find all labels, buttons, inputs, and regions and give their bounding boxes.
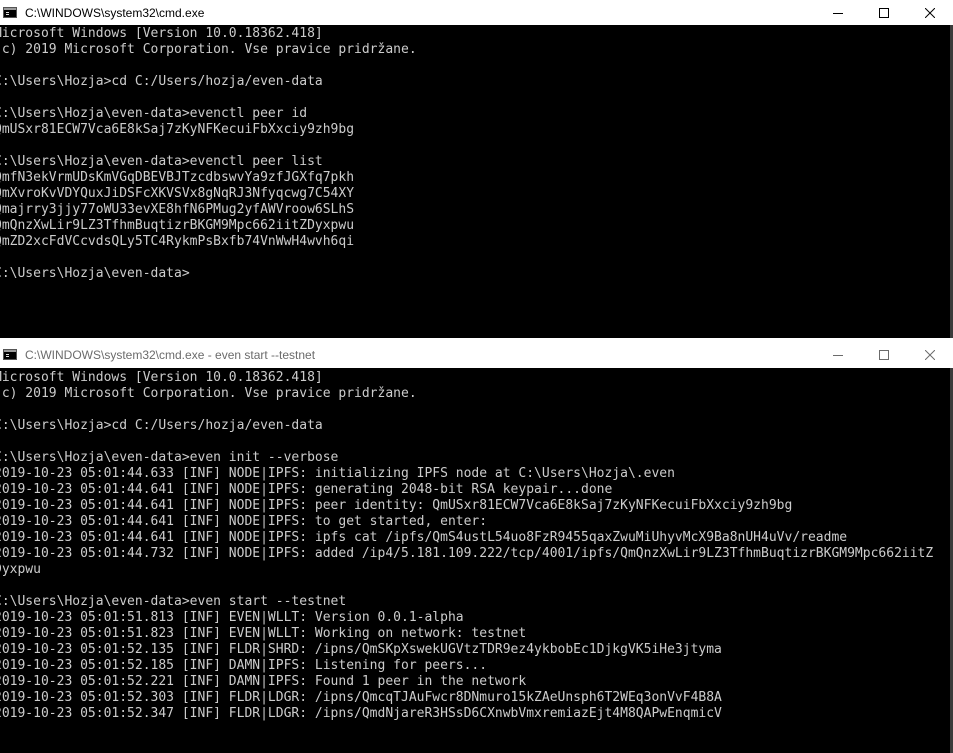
console-line: Microsoft Windows [Version 10.0.18362.41…: [0, 370, 323, 385]
console-line: 2019-10-23 05:01:44.641 [INF] NODE|IPFS:…: [0, 530, 848, 545]
maximize-icon: [879, 349, 889, 360]
console-line: QmfN3ekVrmUDsKmVGqDBEVBJTzcdbswvYa9zfJGX…: [0, 170, 355, 185]
console-line: 2019-10-23 05:01:51.813 [INF] EVEN|WLLT:…: [0, 610, 464, 625]
console-line: C:\Users\Hozja>cd C:/Users/hozja/even-da…: [0, 418, 323, 433]
console-output[interactable]: Microsoft Windows [Version 10.0.18362.41…: [0, 368, 953, 722]
console-line: QmZD2xcFdVCcvdsQLy5TC4RykmPsBxfb74VnWwH4…: [0, 234, 355, 249]
window-title: C:\WINDOWS\system32\cmd.exe: [25, 5, 205, 20]
cmd-app-icon[interactable]: [3, 7, 17, 18]
console-line: (c) 2019 Microsoft Corporation. Vse prav…: [0, 386, 417, 401]
window-controls: [815, 0, 953, 25]
console-line: QmXvroKvVDYQuxJiDSFcXKVSVx8gNqRJ3Nfyqcwg…: [0, 186, 355, 201]
window-title: C:\WINDOWS\system32\cmd.exe - even start…: [25, 347, 316, 362]
console-line: 2019-10-23 05:01:51.823 [INF] EVEN|WLLT:…: [0, 626, 527, 641]
console-line: Qmajrry3jjy77oWU33evXE8hfN6PMug2yfAWVroo…: [0, 202, 355, 217]
console-line: C:\Users\Hozja\even-data>evenctl peer id: [0, 106, 308, 121]
console-line: C:\Users\Hozja\even-data>even start --te…: [0, 594, 347, 609]
console-line: C:\Users\Hozja\even-data>even init --ver…: [0, 450, 339, 465]
minimize-button[interactable]: [815, 341, 861, 368]
console-line: QmUSxr81ECW7Vca6E8kSaj7zKyNFKecuiFbXxciy…: [0, 122, 355, 137]
console-line: C:\Users\Hozja\even-data>: [0, 266, 190, 281]
minimize-icon: [833, 354, 843, 356]
console-line: 2019-10-23 05:01:44.641 [INF] NODE|IPFS:…: [0, 498, 793, 513]
maximize-icon: [879, 7, 889, 18]
console-line: 2019-10-23 05:01:52.185 [INF] DAMN|IPFS:…: [0, 658, 488, 673]
console-line: QmQnzXwLir9LZ3TfhmBuqtizrBKGM9Mpc662iitZ…: [0, 218, 355, 233]
minimize-button[interactable]: [815, 0, 861, 25]
console-output[interactable]: Microsoft Windows [Version 10.0.18362.41…: [0, 25, 953, 282]
console-line: 2019-10-23 05:01:52.347 [INF] FLDR|LDGR:…: [0, 706, 722, 721]
console-line: 2019-10-23 05:01:44.641 [INF] NODE|IPFS:…: [0, 514, 488, 529]
console-line: 2019-10-23 05:01:44.732 [INF] NODE|IPFS:…: [0, 546, 934, 561]
console-line: 2019-10-23 05:01:44.633 [INF] NODE|IPFS:…: [0, 466, 675, 481]
console-line: (c) 2019 Microsoft Corporation. Vse prav…: [0, 42, 417, 57]
console-line: 2019-10-23 05:01:52.135 [INF] FLDR|SHRD:…: [0, 642, 722, 657]
close-icon: [925, 349, 935, 360]
cmd-window-bottom[interactable]: C:\WINDOWS\system32\cmd.exe - even start…: [0, 341, 953, 753]
console-line: 2019-10-23 05:01:52.303 [INF] FLDR|LDGR:…: [0, 690, 722, 705]
title-bar[interactable]: C:\WINDOWS\system32\cmd.exe: [0, 0, 953, 25]
console-line: 2019-10-23 05:01:52.221 [INF] DAMN|IPFS:…: [0, 674, 527, 689]
close-button[interactable]: [907, 341, 953, 368]
console-line: Dyxpwu: [0, 562, 41, 577]
minimize-icon: [833, 12, 843, 14]
console-line: Microsoft Windows [Version 10.0.18362.41…: [0, 26, 323, 41]
title-bar[interactable]: C:\WINDOWS\system32\cmd.exe - even start…: [0, 341, 953, 368]
cmd-window-top[interactable]: C:\WINDOWS\system32\cmd.exe Microsoft Wi…: [0, 0, 953, 338]
cmd-app-icon[interactable]: [3, 349, 17, 360]
window-controls: [815, 341, 953, 368]
console-line: C:\Users\Hozja\even-data>evenctl peer li…: [0, 154, 323, 169]
console-line: C:\Users\Hozja>cd C:/Users/hozja/even-da…: [0, 74, 323, 89]
maximize-button[interactable]: [861, 0, 907, 25]
close-button[interactable]: [907, 0, 953, 25]
close-icon: [925, 7, 935, 18]
console-line: 2019-10-23 05:01:44.641 [INF] NODE|IPFS:…: [0, 482, 613, 497]
maximize-button[interactable]: [861, 341, 907, 368]
